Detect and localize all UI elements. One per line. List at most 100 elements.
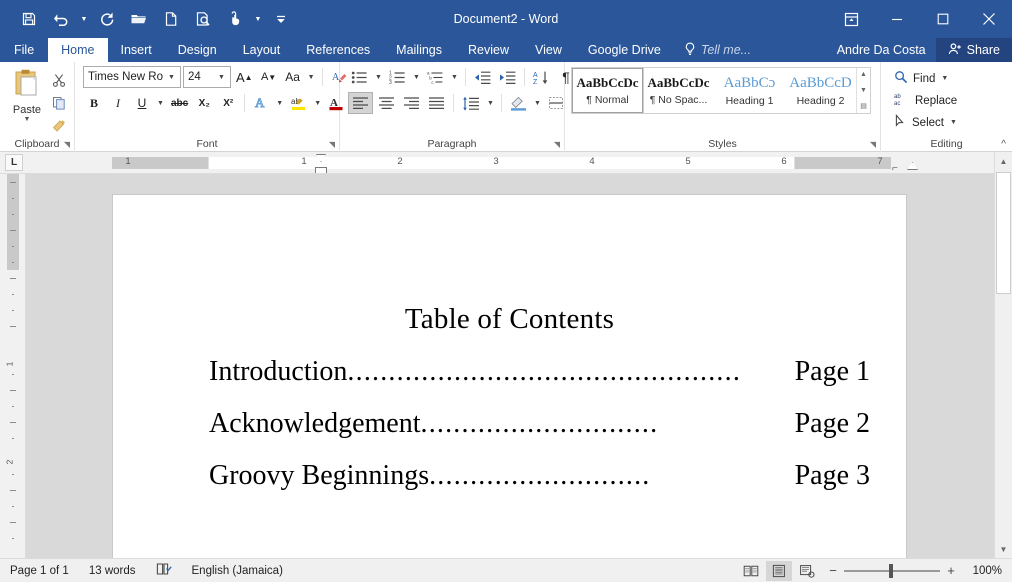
document-page[interactable]: Table of Contents Introduction .........… (113, 195, 906, 558)
tab-view[interactable]: View (522, 38, 575, 62)
grow-font-button[interactable]: A ▲ (233, 66, 256, 88)
font-size-caret-icon[interactable]: ▼ (215, 74, 228, 81)
tab-references[interactable]: References (293, 38, 383, 62)
highlight-caret-icon[interactable]: ▼ (312, 92, 323, 114)
touch-mouse-mode-icon[interactable] (220, 6, 250, 32)
justify-button[interactable] (425, 92, 448, 114)
close-button[interactable] (966, 0, 1012, 38)
customize-quick-access-toolbar-icon[interactable] (266, 6, 296, 32)
select-caret-icon[interactable]: ▼ (950, 119, 957, 126)
multilevel-list-button[interactable]: abc (424, 66, 447, 88)
zoom-slider-thumb[interactable] (889, 563, 893, 578)
line-spacing-caret-icon[interactable]: ▼ (485, 92, 496, 114)
tab-stop-selector[interactable]: L (5, 154, 23, 171)
new-document-icon[interactable] (156, 6, 186, 32)
text-effects-caret-icon[interactable]: ▼ (274, 92, 285, 114)
style-item-no-spacing[interactable]: AaBbCcDc ¶ No Spac... (643, 68, 714, 113)
superscript-button[interactable]: X² (217, 92, 239, 114)
numbering-button[interactable]: 123 (386, 66, 409, 88)
horizontal-ruler[interactable]: L 1 1 2 3 4 5 6 7 ⌐ (0, 152, 1012, 174)
style-item-normal[interactable]: AaBbCcDc ¶ Normal (571, 67, 644, 114)
minimize-button[interactable] (874, 0, 920, 38)
font-name-combo[interactable]: Times New Ro ▼ (83, 66, 181, 88)
status-word-count[interactable]: 13 words (79, 565, 146, 577)
status-language[interactable]: English (Jamaica) (182, 565, 293, 577)
bullets-button[interactable] (348, 66, 371, 88)
zoom-out-button[interactable]: − (828, 563, 838, 578)
styles-scroll-up-icon[interactable]: ▲ (860, 69, 867, 80)
toc-entry-1[interactable]: Introduction ...........................… (113, 356, 906, 388)
right-indent-marker[interactable] (907, 162, 918, 170)
paste-button[interactable]: Paste ▼ (5, 66, 49, 124)
scroll-down-icon[interactable]: ▼ (995, 540, 1012, 558)
save-icon[interactable] (14, 6, 44, 32)
shading-caret-icon[interactable]: ▼ (532, 92, 543, 114)
scrollbar-thumb[interactable] (996, 172, 1011, 294)
zoom-slider-track[interactable] (844, 563, 940, 578)
line-spacing-button[interactable] (459, 92, 483, 114)
font-name-caret-icon[interactable]: ▼ (165, 74, 178, 81)
shrink-font-button[interactable]: A ▼ (258, 66, 280, 88)
subscript-button[interactable]: X₂ (193, 92, 215, 114)
tab-insert[interactable]: Insert (108, 38, 165, 62)
scroll-up-icon[interactable]: ▲ (995, 152, 1012, 170)
find-caret-icon[interactable]: ▼ (941, 75, 948, 82)
maximize-button[interactable] (920, 0, 966, 38)
web-layout-view-button[interactable] (794, 561, 820, 581)
strikethrough-button[interactable]: abc (168, 92, 191, 114)
font-size-combo[interactable]: 24 ▼ (183, 66, 231, 88)
replace-button[interactable]: ab ac Replace (889, 90, 962, 111)
change-case-button[interactable]: Aa (282, 66, 304, 88)
align-left-button[interactable] (348, 92, 373, 114)
bullets-caret-icon[interactable]: ▼ (373, 66, 384, 88)
change-case-caret-icon[interactable]: ▼ (306, 66, 317, 88)
status-proofing[interactable] (146, 562, 182, 579)
multilevel-list-caret-icon[interactable]: ▼ (449, 66, 460, 88)
ribbon-display-options-icon[interactable] (828, 0, 874, 38)
left-indent-marker[interactable] (315, 167, 327, 173)
print-preview-icon[interactable] (188, 6, 218, 32)
document-canvas[interactable]: Table of Contents Introduction .........… (26, 174, 994, 558)
redo-icon[interactable] (92, 6, 122, 32)
tab-home[interactable]: Home (48, 38, 108, 62)
touch-mode-dropdown-caret-icon[interactable]: ▼ (252, 6, 264, 32)
toc-entry-2[interactable]: Acknowledgement ........................… (113, 408, 906, 440)
tab-file[interactable]: File (0, 38, 49, 62)
vertical-scrollbar[interactable]: ▲ ▼ (994, 152, 1012, 558)
tab-layout[interactable]: Layout (230, 38, 294, 62)
underline-caret-icon[interactable]: ▼ (155, 92, 166, 114)
zoom-in-button[interactable]: + (946, 563, 956, 578)
tell-me-search[interactable]: Tell me... (674, 38, 763, 62)
account-name[interactable]: Andre Da Costa (827, 38, 936, 62)
open-icon[interactable] (124, 6, 154, 32)
undo-dropdown-caret-icon[interactable]: ▼ (78, 6, 90, 32)
style-item-heading-1[interactable]: AaBbCɔ Heading 1 (714, 68, 785, 113)
decrease-indent-button[interactable] (471, 66, 494, 88)
shading-button[interactable] (507, 92, 530, 114)
italic-button[interactable]: I (107, 92, 129, 114)
find-button[interactable]: Find ▼ (889, 68, 962, 89)
increase-indent-button[interactable] (496, 66, 519, 88)
undo-icon[interactable] (46, 6, 76, 32)
copy-icon[interactable] (49, 94, 69, 112)
tab-mailings[interactable]: Mailings (383, 38, 455, 62)
highlight-button[interactable]: ab (287, 92, 310, 114)
print-layout-view-button[interactable] (766, 560, 792, 581)
select-button[interactable]: Select ▼ (889, 112, 962, 133)
tab-google-drive[interactable]: Google Drive (575, 38, 674, 62)
font-dialog-launcher-icon[interactable]: ◥ (329, 140, 335, 149)
paste-dropdown-caret-icon[interactable]: ▼ (24, 116, 31, 124)
share-button[interactable]: Share (935, 38, 1012, 62)
bold-button[interactable]: B (83, 92, 105, 114)
format-painter-icon[interactable] (49, 117, 69, 135)
document-heading[interactable]: Table of Contents (113, 303, 906, 336)
toc-entry-3[interactable]: Groovy Beginnings ......................… (113, 460, 906, 492)
clipboard-dialog-launcher-icon[interactable]: ◥ (64, 140, 70, 149)
align-center-button[interactable] (375, 92, 398, 114)
tab-review[interactable]: Review (455, 38, 522, 62)
sort-button[interactable]: AZ (530, 66, 553, 88)
status-page-number[interactable]: Page 1 of 1 (0, 565, 79, 577)
read-mode-view-button[interactable] (738, 561, 764, 581)
align-right-button[interactable] (400, 92, 423, 114)
zoom-slider[interactable]: − + (822, 563, 962, 578)
